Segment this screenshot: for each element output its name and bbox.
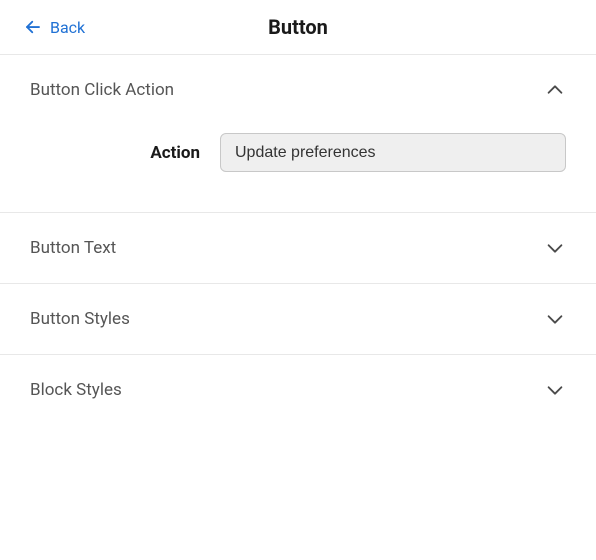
chevron-down-icon [544,308,566,330]
section-header-button-click-action[interactable]: Button Click Action [0,55,596,125]
section-title: Block Styles [30,380,122,400]
header: Back Button [0,0,596,55]
page-title: Button [0,15,596,39]
section-block-styles: Block Styles [0,355,596,425]
back-label: Back [50,18,85,37]
section-title: Button Styles [30,309,130,329]
back-button[interactable]: Back [24,18,85,37]
chevron-down-icon [544,237,566,259]
section-header-button-styles[interactable]: Button Styles [0,284,596,355]
field-action: Action Update preferences [30,133,566,172]
section-button-styles: Button Styles [0,284,596,355]
section-title: Button Text [30,238,116,258]
section-body-button-click-action: Action Update preferences [0,125,596,213]
chevron-down-icon [544,379,566,401]
field-label-action: Action [30,143,200,163]
arrow-left-icon [24,18,42,36]
section-header-button-text[interactable]: Button Text [0,213,596,284]
section-header-block-styles[interactable]: Block Styles [0,355,596,425]
section-button-text: Button Text [0,213,596,284]
section-button-click-action: Button Click Action Action Update prefer… [0,55,596,213]
section-title: Button Click Action [30,80,174,100]
action-select[interactable]: Update preferences [220,133,566,172]
chevron-up-icon [544,79,566,101]
